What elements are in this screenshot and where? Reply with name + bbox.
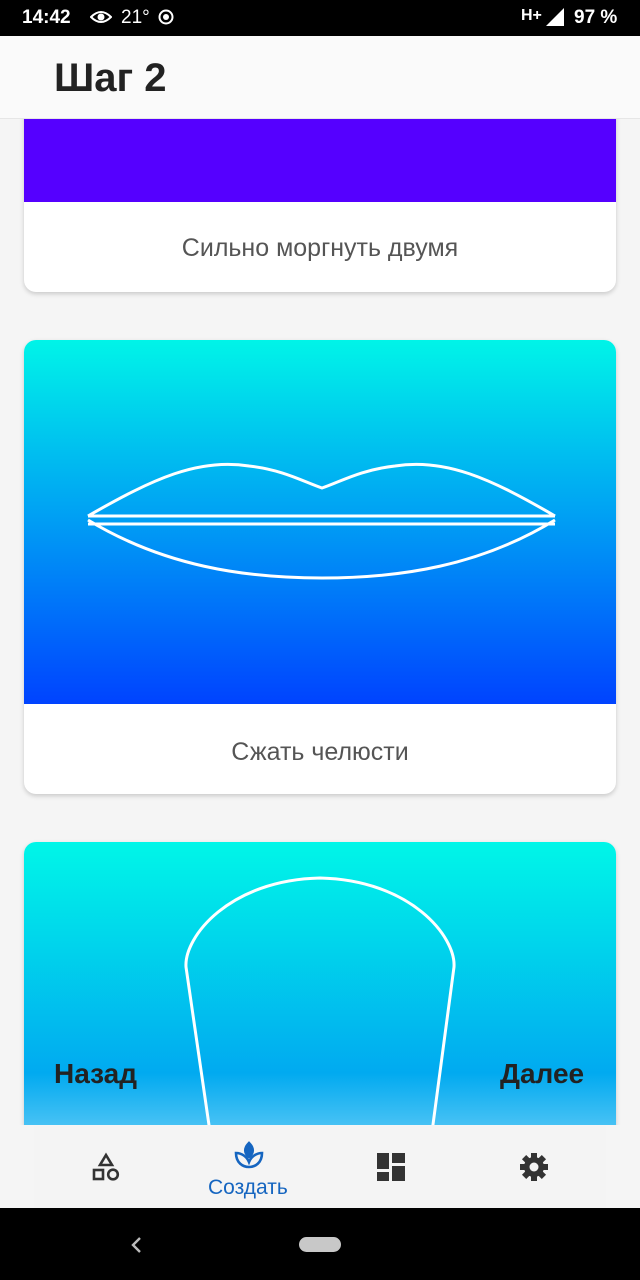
status-network: H+ [521,7,542,24]
signal-icon [546,8,564,26]
gesture-label: Сильно моргнуть двумя [181,234,459,262]
back-nav-icon[interactable] [130,1236,144,1254]
status-time: 14:42 [22,7,71,28]
settings-icon [520,1153,548,1181]
next-button[interactable]: Далее [500,1058,584,1090]
page-title: Шаг 2 [54,56,167,100]
nav-item-settings[interactable] [463,1126,606,1208]
system-navigation-bar [0,1208,640,1280]
back-button[interactable]: Назад [54,1058,137,1090]
nav-label-create: Создать [208,1176,288,1199]
gesture-list[interactable]: Сильно моргнуть двумя Сжать челюсти [0,119,640,1125]
sprout-icon [234,1141,264,1169]
eye-icon [90,11,112,23]
gesture-card-blink[interactable]: Сильно моргнуть двумя [24,119,616,292]
status-bar: 14:42 21° H+ 97 % [0,0,640,36]
nav-item-dashboard[interactable] [320,1126,463,1208]
nav-item-create[interactable]: Создать [177,1126,320,1208]
gesture-image-blink [24,119,616,202]
dashboard-icon [377,1153,405,1181]
nav-item-shapes[interactable] [34,1126,177,1208]
home-pill-icon[interactable] [299,1237,341,1252]
gesture-label: Сжать челюсти [231,738,409,766]
shapes-icon [92,1152,120,1181]
status-temperature: 21° [121,7,150,28]
gesture-card-jaw[interactable]: Сжать челюсти [24,340,616,794]
lips-outline-icon [87,462,556,580]
record-icon [158,9,174,25]
app-bar: Шаг 2 [0,36,640,119]
gesture-image-jaw [24,340,616,704]
bottom-navigation: Создать [34,1126,606,1208]
status-battery: 97 % [574,7,618,28]
